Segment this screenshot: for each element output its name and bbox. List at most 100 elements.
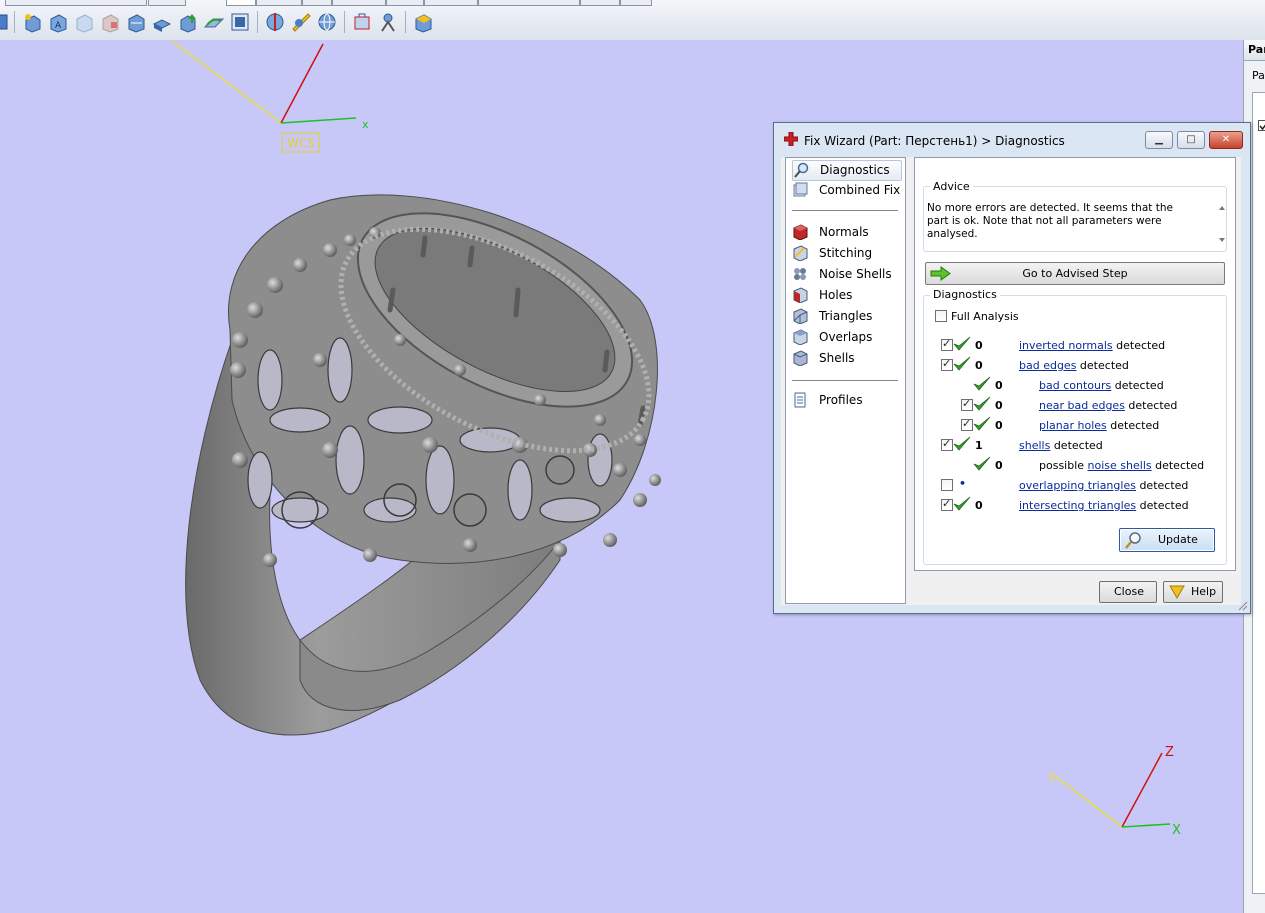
diagnostic-link[interactable]: planar holes — [1039, 419, 1107, 432]
diagnostic-link[interactable]: intersecting triangles — [1019, 499, 1136, 512]
plane-icon[interactable] — [203, 11, 225, 33]
toolbar-separator — [344, 11, 345, 33]
diagnostic-link[interactable]: near bad edges — [1039, 399, 1125, 412]
holes-icon — [792, 287, 808, 304]
ribbon-tab[interactable] — [580, 0, 620, 6]
diagnostic-checkbox[interactable] — [941, 437, 953, 451]
wcs-label: WCS — [287, 136, 315, 150]
green-check-icon — [973, 456, 991, 472]
maximize-button[interactable]: □ — [1177, 131, 1205, 149]
diagnostic-link[interactable]: shells — [1019, 439, 1050, 452]
help-button[interactable]: Help — [1163, 581, 1223, 603]
diagnostic-link[interactable]: bad contours — [1039, 379, 1111, 392]
diagnostic-row-text: shells detected — [1019, 439, 1103, 452]
diagnostic-count: 0 — [995, 419, 1003, 432]
arrow-cube-icon[interactable] — [177, 11, 199, 33]
frame-icon[interactable] — [229, 11, 251, 33]
diagnostic-checkbox[interactable] — [941, 357, 953, 371]
advice-scrollbar[interactable] — [1217, 202, 1227, 246]
nav-item-normals[interactable]: Normals — [792, 223, 900, 242]
box-select-icon[interactable] — [351, 11, 373, 33]
nav-item-triangles[interactable]: Triangles — [792, 307, 900, 326]
green-check-icon — [973, 416, 991, 432]
ghost-cube-icon[interactable] — [73, 11, 95, 33]
diagnostic-row-text: bad edges detected — [1019, 359, 1129, 372]
pending-dot-icon: • — [959, 477, 967, 490]
ribbon-tab[interactable] — [332, 0, 386, 6]
diagnostic-suffix: detected — [1111, 379, 1164, 392]
nav-item-diagnostics[interactable]: Diagnostics — [792, 160, 902, 181]
ribbon-tab[interactable] — [620, 0, 652, 6]
robot-icon[interactable] — [377, 11, 399, 33]
diagnostic-link[interactable]: noise shells — [1088, 459, 1152, 472]
flat-cube-icon[interactable] — [151, 11, 173, 33]
ribbon-tab[interactable] — [148, 0, 186, 6]
nav-item-stitching[interactable]: Stitching — [792, 244, 900, 263]
cube-icon[interactable] — [0, 11, 8, 33]
full-analysis-checkbox[interactable] — [935, 310, 947, 322]
red-cube-icon[interactable] — [99, 11, 121, 33]
nav-separator — [792, 210, 898, 211]
parts-panel-title: Par — [1244, 40, 1265, 61]
ribbon-tab[interactable] — [478, 0, 580, 6]
ribbon-tab-strip — [0, 0, 660, 6]
diagnostic-row-text: near bad edges detected — [1039, 399, 1177, 412]
globe-icon[interactable] — [316, 11, 338, 33]
nav-item-profiles[interactable]: Profiles — [792, 391, 900, 410]
close-window-button[interactable]: ✕ — [1209, 131, 1243, 149]
toolbar-separator — [257, 11, 258, 33]
dialog-title-bar[interactable]: Fix Wizard (Part: Перстень1) > Diagnosti… — [774, 123, 1250, 157]
nav-item-holes[interactable]: Holes — [792, 286, 900, 305]
green-check-icon — [953, 496, 971, 512]
diagnostic-count: 0 — [975, 499, 983, 512]
part-visibility-checkbox[interactable] — [1258, 120, 1265, 131]
minimize-button[interactable]: ▁ — [1145, 131, 1173, 149]
resize-grip[interactable] — [1238, 601, 1248, 611]
diagnostic-row-text: bad contours detected — [1039, 379, 1164, 392]
go-to-advised-step-button[interactable]: Go to Advised Step — [925, 262, 1225, 285]
diagnostic-checkbox[interactable] — [941, 337, 953, 351]
ring-model[interactable] — [185, 173, 685, 736]
diagnostic-row-text: intersecting triangles detected — [1019, 499, 1189, 512]
close-button[interactable]: Close — [1099, 581, 1157, 603]
diagnostic-checkbox[interactable] — [961, 397, 973, 411]
diagnostic-count: 0 — [995, 379, 1003, 392]
globe-section-icon[interactable] — [264, 11, 286, 33]
diagnostic-suffix: detected — [1136, 499, 1189, 512]
green-check-icon — [953, 436, 971, 452]
nav-item-overlaps[interactable]: Overlaps — [792, 328, 900, 347]
sparkle-cube-icon[interactable] — [21, 11, 43, 33]
text-cube-icon[interactable]: A — [47, 11, 69, 33]
svg-text:A: A — [55, 21, 62, 31]
export-cube-icon[interactable] — [412, 11, 434, 33]
layers-cube-icon[interactable] — [125, 11, 147, 33]
ribbon-tab[interactable] — [424, 0, 478, 6]
parts-panel-subtitle: Pa — [1252, 69, 1265, 82]
wcs-axes — [171, 40, 357, 153]
diagnostic-suffix: detected — [1135, 479, 1189, 492]
diagnostic-link[interactable]: overlapping triangles — [1019, 479, 1136, 492]
diagnostic-checkbox[interactable] — [961, 417, 973, 431]
magnifier-icon — [793, 162, 809, 178]
diagnostic-link[interactable]: bad edges — [1019, 359, 1076, 372]
ribbon-tab[interactable] — [386, 0, 424, 6]
diagnostic-count: 0 — [995, 399, 1003, 412]
ribbon-tab[interactable] — [302, 0, 332, 6]
ribbon-tab[interactable] — [5, 0, 147, 6]
update-button[interactable]: Update — [1119, 528, 1215, 552]
ribbon-tab-active[interactable] — [226, 0, 256, 6]
ribbon-tab[interactable] — [256, 0, 302, 6]
diagnostic-suffix: detected — [1076, 359, 1129, 372]
diagnostic-checkbox[interactable] — [941, 497, 953, 511]
diagnostic-checkbox[interactable] — [941, 479, 953, 491]
axis-z-label: Z — [1165, 745, 1174, 760]
measure-icon[interactable] — [290, 11, 312, 33]
nav-item-combined-fix[interactable]: Combined Fix — [792, 181, 900, 200]
diagnostic-count: 0 — [975, 339, 983, 352]
green-check-icon — [973, 376, 991, 392]
diagnostic-link[interactable]: inverted normals — [1019, 339, 1113, 352]
diagnostic-row-text: inverted normals detected — [1019, 339, 1165, 352]
nav-item-shells[interactable]: Shells — [792, 349, 900, 368]
nav-item-noise-shells[interactable]: Noise Shells — [792, 265, 900, 284]
parts-list[interactable] — [1252, 92, 1265, 894]
